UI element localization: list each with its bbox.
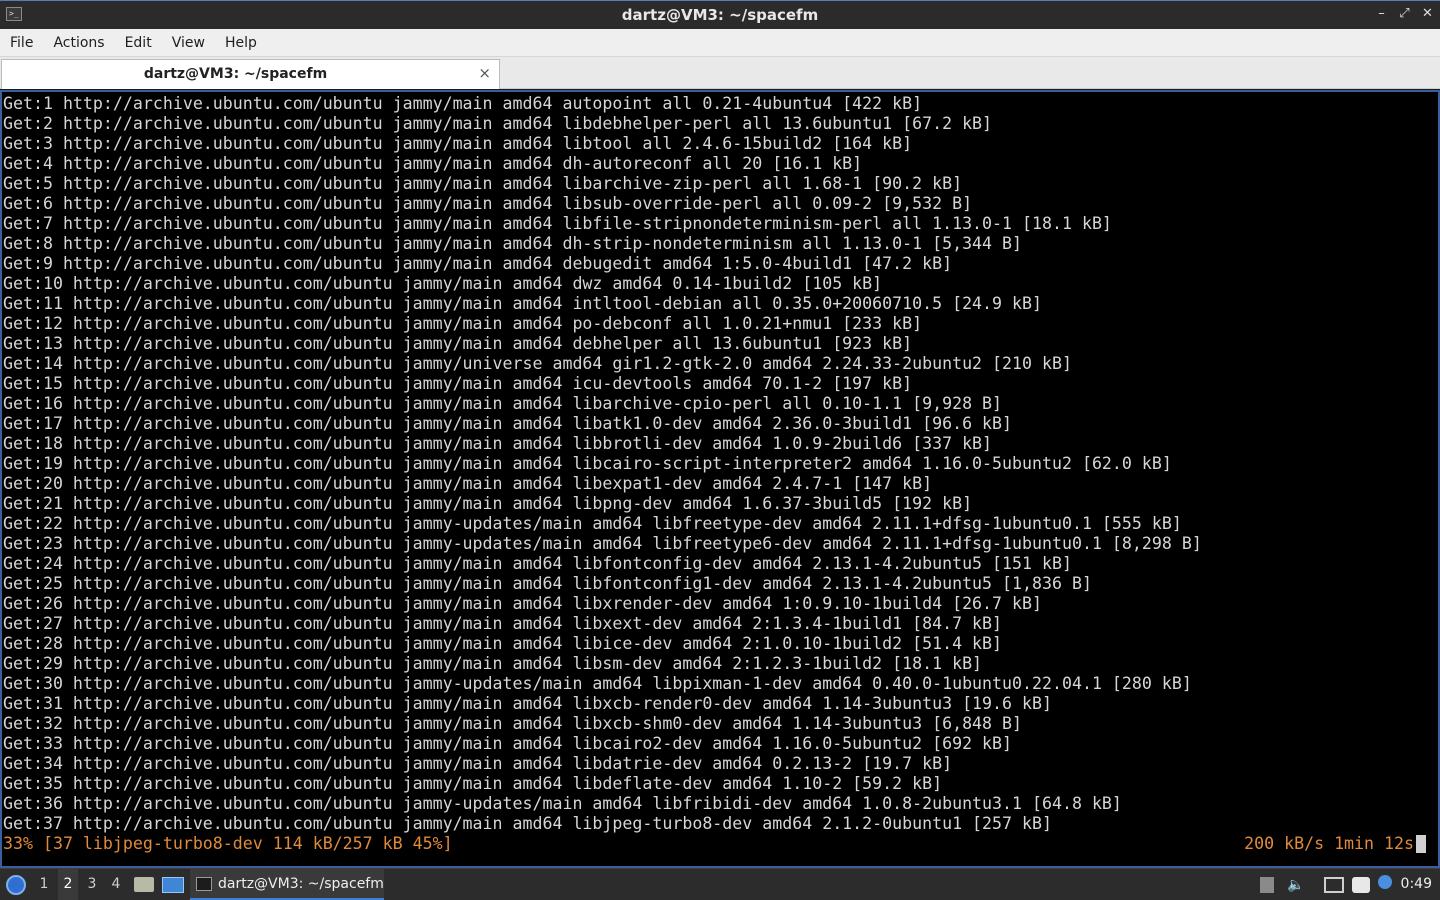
menu-file[interactable]: File — [0, 29, 43, 57]
terminal-line: Get:17 http://archive.ubuntu.com/ubuntu … — [3, 414, 1013, 433]
terminal-line: Get:23 http://archive.ubuntu.com/ubuntu … — [3, 534, 1202, 553]
maximize-button[interactable]: ⤢ — [1398, 5, 1411, 23]
menu-help[interactable]: Help — [215, 29, 267, 57]
terminal-line: Get:26 http://archive.ubuntu.com/ubuntu … — [3, 594, 1042, 613]
terminal-line: Get:4 http://archive.ubuntu.com/ubuntu j… — [3, 154, 863, 173]
terminal-line: Get:6 http://archive.ubuntu.com/ubuntu j… — [3, 194, 973, 213]
progress-line: 33% [37 libjpeg-turbo8-dev 114 kB/257 kB… — [2, 834, 1438, 854]
clipboard-icon[interactable] — [1352, 877, 1370, 893]
menu-edit[interactable]: Edit — [115, 29, 162, 57]
terminal-line: Get:22 http://archive.ubuntu.com/ubuntu … — [3, 514, 1182, 533]
network-icon[interactable] — [1324, 877, 1344, 893]
taskbar-task-terminal[interactable]: dartz@VM3: ~/spacefm — [190, 869, 384, 900]
terminal-line: Get:21 http://archive.ubuntu.com/ubuntu … — [3, 494, 973, 513]
notification-icon[interactable] — [1378, 875, 1392, 889]
terminal-line: Get:1 http://archive.ubuntu.com/ubuntu j… — [3, 94, 923, 113]
terminal-line: Get:37 http://archive.ubuntu.com/ubuntu … — [3, 814, 1052, 833]
terminal-line: Get:28 http://archive.ubuntu.com/ubuntu … — [3, 634, 1003, 653]
minimize-button[interactable]: – — [1375, 5, 1388, 23]
terminal-output: Get:1 http://archive.ubuntu.com/ubuntu j… — [2, 94, 1438, 834]
terminal-line: Get:33 http://archive.ubuntu.com/ubuntu … — [3, 734, 1013, 753]
volume-icon[interactable]: 🔈 — [1287, 877, 1305, 893]
terminal-line: Get:11 http://archive.ubuntu.com/ubuntu … — [3, 294, 1042, 313]
close-button[interactable]: ✕ — [1421, 5, 1434, 23]
terminal-line: Get:12 http://archive.ubuntu.com/ubuntu … — [3, 314, 923, 333]
terminal-line: Get:36 http://archive.ubuntu.com/ubuntu … — [3, 794, 1122, 813]
terminal-line: Get:19 http://archive.ubuntu.com/ubuntu … — [3, 454, 1172, 473]
terminal-line: Get:8 http://archive.ubuntu.com/ubuntu j… — [3, 234, 1023, 253]
terminal-line: Get:24 http://archive.ubuntu.com/ubuntu … — [3, 554, 1072, 573]
taskbar: 1 2 3 4 dartz@VM3: ~/spacefm 🔈 0:49 — [0, 868, 1440, 900]
terminal-line: Get:14 http://archive.ubuntu.com/ubuntu … — [3, 354, 1072, 373]
terminal-line: Get:5 http://archive.ubuntu.com/ubuntu j… — [3, 174, 963, 193]
menu-bar: File Actions Edit View Help — [0, 29, 1440, 57]
terminal-line: Get:35 http://archive.ubuntu.com/ubuntu … — [3, 774, 943, 793]
terminal-line: Get:25 http://archive.ubuntu.com/ubuntu … — [3, 574, 1092, 593]
tab-close-icon[interactable]: × — [478, 64, 491, 82]
terminal-line: Get:16 http://archive.ubuntu.com/ubuntu … — [3, 394, 1003, 413]
terminal-line: Get:7 http://archive.ubuntu.com/ubuntu j… — [3, 214, 1112, 233]
menu-actions[interactable]: Actions — [43, 29, 114, 57]
terminal-line: Get:20 http://archive.ubuntu.com/ubuntu … — [3, 474, 933, 493]
tab-title: dartz@VM3: ~/spacefm — [143, 66, 328, 82]
terminal-line: Get:29 http://archive.ubuntu.com/ubuntu … — [3, 654, 983, 673]
window-titlebar[interactable]: >_ dartz@VM3: ~/spacefm – ⤢ ✕ — [0, 0, 1440, 29]
removable-media-icon[interactable] — [1260, 877, 1274, 893]
terminal-cursor — [1416, 835, 1426, 853]
terminal-line: Get:30 http://archive.ubuntu.com/ubuntu … — [3, 674, 1192, 693]
terminal-line: Get:32 http://archive.ubuntu.com/ubuntu … — [3, 714, 1023, 733]
window-title: dartz@VM3: ~/spacefm — [621, 6, 819, 24]
workspace-2[interactable]: 2 — [58, 869, 78, 900]
terminal-line: Get:15 http://archive.ubuntu.com/ubuntu … — [3, 374, 913, 393]
progress-speed: 200 kB/s 1min 12s — [1244, 834, 1414, 853]
terminal-tab[interactable]: dartz@VM3: ~/spacefm × — [1, 59, 500, 89]
terminal-line: Get:10 http://archive.ubuntu.com/ubuntu … — [3, 274, 883, 293]
lubuntu-start-icon[interactable] — [6, 875, 26, 895]
workspace-3[interactable]: 3 — [82, 869, 102, 900]
workspace-4[interactable]: 4 — [106, 869, 126, 900]
terminal-icon — [196, 877, 212, 891]
terminal-line: Get:9 http://archive.ubuntu.com/ubuntu j… — [3, 254, 953, 273]
clock[interactable]: 0:49 — [1401, 869, 1432, 900]
terminal-line: Get:3 http://archive.ubuntu.com/ubuntu j… — [3, 134, 913, 153]
terminal-line: Get:34 http://archive.ubuntu.com/ubuntu … — [3, 754, 953, 773]
task-label: dartz@VM3: ~/spacefm — [218, 876, 384, 892]
show-desktop-icon[interactable] — [162, 877, 184, 893]
terminal-line: Get:27 http://archive.ubuntu.com/ubuntu … — [3, 614, 1003, 633]
terminal-area[interactable]: Get:1 http://archive.ubuntu.com/ubuntu j… — [0, 90, 1440, 868]
workspace-1[interactable]: 1 — [34, 869, 54, 900]
tab-bar: dartz@VM3: ~/spacefm × — [0, 57, 1440, 89]
terminal-line: Get:2 http://archive.ubuntu.com/ubuntu j… — [3, 114, 993, 133]
menu-view[interactable]: View — [162, 29, 215, 57]
terminal-line: Get:13 http://archive.ubuntu.com/ubuntu … — [3, 334, 913, 353]
terminal-line: Get:31 http://archive.ubuntu.com/ubuntu … — [3, 694, 1052, 713]
terminal-line: Get:18 http://archive.ubuntu.com/ubuntu … — [3, 434, 993, 453]
file-manager-icon[interactable] — [134, 877, 154, 892]
progress-status: 33% [37 libjpeg-turbo8-dev 114 kB/257 kB… — [3, 834, 453, 853]
